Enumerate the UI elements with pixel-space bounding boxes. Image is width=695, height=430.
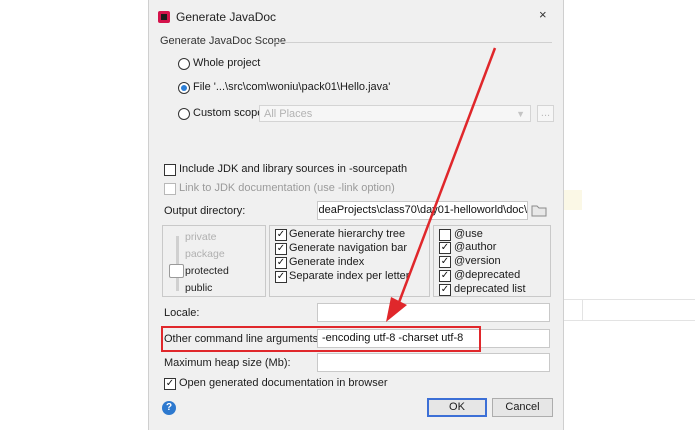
visibility-protected: protected (185, 265, 229, 277)
ok-button[interactable]: OK (427, 398, 487, 417)
tag-deprecated-list-checkbox[interactable]: ✓ (439, 284, 451, 296)
visibility-slider-thumb[interactable] (169, 264, 184, 278)
link-jdk-label: Link to JDK documentation (use -link opt… (179, 182, 395, 194)
custom-scope-browse-button[interactable]: ... (537, 105, 554, 122)
generate-hierarchy-checkbox[interactable]: ✓ (275, 229, 287, 241)
heap-size-label: Maximum heap size (Mb): (164, 357, 291, 369)
locale-label: Locale: (164, 307, 200, 319)
chevron-down-icon: ▼ (516, 109, 525, 119)
generate-index-checkbox[interactable]: ✓ (275, 257, 287, 269)
tag-version-checkbox[interactable]: ✓ (439, 256, 451, 268)
folder-icon[interactable] (530, 202, 548, 219)
intellij-icon (158, 11, 170, 23)
cancel-button[interactable]: Cancel (492, 398, 553, 417)
close-icon[interactable]: × (539, 7, 547, 22)
custom-scope-select[interactable]: All Places ▼ (259, 105, 531, 122)
file-radio[interactable] (178, 82, 190, 94)
output-directory-input[interactable]: \IdeaProjects\class70\day01-helloworld\d… (317, 201, 528, 220)
include-jdk-label[interactable]: Include JDK and library sources in -sour… (179, 163, 407, 175)
custom-scope-label[interactable]: Custom scope (193, 107, 263, 119)
custom-scope-select-value: All Places (264, 108, 313, 120)
tag-author-label[interactable]: @author (454, 241, 496, 253)
generate-index-label[interactable]: Generate index (289, 256, 364, 268)
tag-deprecated-checkbox[interactable]: ✓ (439, 270, 451, 282)
generate-hierarchy-label[interactable]: Generate hierarchy tree (289, 228, 405, 240)
annotation-highlight-box (161, 326, 481, 352)
generate-navigation-label[interactable]: Generate navigation bar (289, 242, 407, 254)
background-panel (562, 190, 582, 210)
visibility-public: public (185, 282, 213, 294)
tag-version-label[interactable]: @version (454, 255, 501, 267)
tag-deprecated-label[interactable]: @deprecated (454, 269, 520, 281)
help-icon[interactable]: ? (162, 401, 176, 415)
tag-use-label[interactable]: @use (454, 228, 483, 240)
dialog-title: Generate JavaDoc (176, 10, 277, 24)
open-browser-checkbox[interactable]: ✓ (164, 378, 176, 390)
separate-index-label[interactable]: Separate index per letter (289, 270, 409, 282)
link-jdk-checkbox (164, 183, 176, 195)
visibility-private: private (185, 231, 217, 243)
open-browser-label[interactable]: Open generated documentation in browser (179, 377, 388, 389)
whole-project-radio[interactable] (178, 58, 190, 70)
file-label[interactable]: File '...\src\com\woniu\pack01\Hello.jav… (193, 81, 390, 93)
tag-author-checkbox[interactable]: ✓ (439, 242, 451, 254)
include-jdk-checkbox[interactable] (164, 164, 176, 176)
javadoc-dialog: Generate JavaDoc × Generate JavaDoc Scop… (148, 0, 564, 430)
separate-index-checkbox[interactable]: ✓ (275, 271, 287, 283)
locale-input[interactable] (317, 303, 550, 322)
scope-group-title: Generate JavaDoc Scope (160, 35, 286, 47)
heap-size-input[interactable] (317, 353, 550, 372)
generate-navigation-checkbox[interactable]: ✓ (275, 243, 287, 255)
whole-project-label[interactable]: Whole project (193, 57, 260, 69)
visibility-package: package (185, 248, 225, 260)
tag-use-checkbox[interactable] (439, 229, 451, 241)
output-directory-label: Output directory: (164, 205, 246, 217)
scope-group-divider (274, 42, 552, 43)
background-divider (582, 299, 583, 321)
custom-scope-radio[interactable] (178, 108, 190, 120)
tag-deprecated-list-label[interactable]: deprecated list (454, 283, 526, 295)
